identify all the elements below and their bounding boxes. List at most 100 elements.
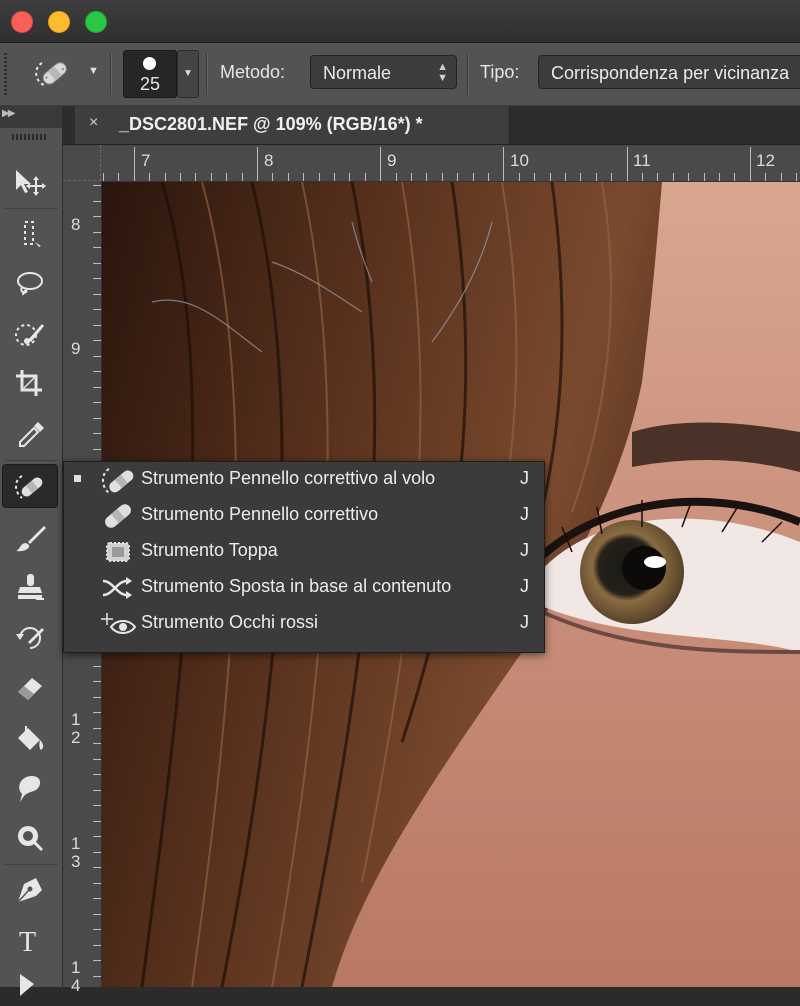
ruler-tick xyxy=(93,681,101,682)
path-selection-tool-icon xyxy=(20,974,34,996)
dodge-tool-button[interactable] xyxy=(2,816,58,860)
ruler-label: 8 xyxy=(264,151,274,170)
brush-size-picker[interactable]: 25 xyxy=(123,50,177,98)
spot-healing-brush-tool-button[interactable] xyxy=(2,464,58,508)
crop-tool-button[interactable] xyxy=(2,362,58,406)
flyout-item-patch-tool[interactable]: Strumento Toppa J xyxy=(64,534,544,570)
ruler-tick xyxy=(488,173,489,181)
brush-tool-button[interactable] xyxy=(2,516,58,560)
marquee-tool-icon xyxy=(24,221,41,247)
options-separator xyxy=(206,53,208,95)
ruler-tick xyxy=(257,147,258,181)
flyout-item-shortcut: J xyxy=(520,612,529,632)
ruler-tick xyxy=(93,727,101,729)
document-tab[interactable]: × _DSC2801.NEF @ 109% (RGB/16*) * xyxy=(75,106,510,144)
ruler-tick xyxy=(164,173,166,181)
flyout-item-spot-healing-brush[interactable]: Strumento Pennello correttivo al volo J xyxy=(64,462,544,498)
red-eye-tool-icon xyxy=(101,613,137,634)
ruler-tick xyxy=(703,173,705,181)
tools-panel-header: ▶▶ xyxy=(0,106,62,128)
ruler-tick xyxy=(118,173,120,181)
marquee-tool-button[interactable] xyxy=(2,212,58,256)
horizontal-ruler[interactable]: 7 8 9 10 11 12 xyxy=(63,145,800,182)
clone-stamp-tool-button[interactable] xyxy=(2,566,58,610)
spot-healing-brush-icon xyxy=(102,468,134,494)
ruler-tick xyxy=(93,696,101,698)
ruler-tick xyxy=(318,173,320,181)
ruler-tick xyxy=(411,173,412,181)
ruler-tick xyxy=(103,173,104,181)
ruler-tick xyxy=(93,820,101,822)
eraser-tool-button[interactable] xyxy=(2,666,58,710)
ruler-tick xyxy=(210,173,212,181)
type-select[interactable]: Corrispondenza per vicinanza xyxy=(538,55,800,89)
flyout-item-label: Strumento Pennello correttivo xyxy=(141,504,379,524)
ruler-tick xyxy=(241,173,243,181)
ruler-tick xyxy=(93,944,101,946)
close-tab-icon[interactable]: × xyxy=(89,114,98,132)
flyout-item-content-aware-move[interactable]: Strumento Sposta in base al contenuto J xyxy=(64,570,544,606)
ruler-tick xyxy=(642,173,643,181)
zoom-window-button[interactable] xyxy=(85,11,107,33)
minimize-window-button[interactable] xyxy=(48,11,70,33)
eyedropper-tool-button[interactable] xyxy=(2,412,58,456)
ruler-tick xyxy=(334,173,335,181)
ruler-tick xyxy=(472,173,474,181)
document-tab-bar: × _DSC2801.NEF @ 109% (RGB/16*) * xyxy=(63,106,800,145)
ruler-tick xyxy=(93,665,101,667)
ruler-tick xyxy=(149,173,151,181)
flyout-item-label: Strumento Sposta in base al contenuto xyxy=(141,576,452,596)
type-tool-button[interactable]: T xyxy=(2,918,58,962)
tools-panel-grip[interactable] xyxy=(12,134,48,140)
flyout-item-shortcut: J xyxy=(520,540,529,560)
ruler-label: 12 xyxy=(71,710,81,747)
history-brush-tool-button[interactable] xyxy=(2,616,58,660)
spot-healing-brush-tool-icon xyxy=(15,475,43,499)
ruler-tick xyxy=(93,386,101,388)
method-select[interactable]: Normale ▲ ▼ xyxy=(310,55,457,89)
ruler-tick xyxy=(93,882,101,884)
close-window-button[interactable] xyxy=(11,11,33,33)
ruler-tick xyxy=(93,293,101,295)
blur-tool-button[interactable] xyxy=(2,766,58,810)
move-tool-button[interactable] xyxy=(2,160,58,204)
brush-picker-dropdown[interactable]: ▼ xyxy=(177,50,199,98)
ruler-tick xyxy=(611,173,613,181)
pen-tool-button[interactable] xyxy=(2,868,58,912)
ruler-tick xyxy=(93,417,101,419)
options-separator xyxy=(467,53,469,95)
paint-bucket-tool-button[interactable] xyxy=(2,716,58,760)
ruler-tick xyxy=(580,173,582,181)
history-brush-tool-icon xyxy=(16,627,44,649)
ruler-tick xyxy=(93,278,101,279)
flyout-item-label: Strumento Occhi rossi xyxy=(141,612,319,632)
type-select-value: Corrispondenza per vicinanza xyxy=(551,63,790,83)
tool-preset-picker[interactable]: ▼ xyxy=(28,53,100,93)
document-tab-title: _DSC2801.NEF @ 109% (RGB/16*) * xyxy=(119,114,423,134)
quick-selection-tool-button[interactable] xyxy=(2,312,58,356)
expand-panel-icon[interactable]: ▶▶ xyxy=(2,108,15,119)
ruler-tick xyxy=(93,448,101,450)
ruler-tick xyxy=(734,173,736,181)
ruler-tick xyxy=(303,173,305,181)
method-label: Metodo: xyxy=(220,62,286,82)
patch-tool-icon xyxy=(106,542,130,562)
ruler-tick xyxy=(93,851,101,853)
flyout-item-red-eye-tool[interactable]: Strumento Occhi rossi J xyxy=(64,606,544,642)
path-selection-tool-button[interactable] xyxy=(2,962,58,1006)
brush-tip-preview xyxy=(143,57,156,70)
ruler-tick xyxy=(93,309,101,310)
healing-tools-flyout-menu: Strumento Pennello correttivo al volo J … xyxy=(63,461,545,653)
brush-size-value: 25 xyxy=(139,74,161,94)
ruler-tick xyxy=(749,147,751,181)
options-bar-grip[interactable] xyxy=(4,53,7,95)
ruler-tick xyxy=(364,173,366,181)
tools-panel: ▶▶ T xyxy=(0,106,63,996)
chevron-down-icon[interactable]: ▼ xyxy=(88,65,99,77)
ruler-origin[interactable] xyxy=(63,145,101,181)
flyout-item-healing-brush[interactable]: Strumento Pennello correttivo J xyxy=(64,498,544,534)
lasso-tool-button[interactable] xyxy=(2,262,58,306)
ruler-label: 12 xyxy=(756,151,775,170)
eyedropper-tool-icon xyxy=(19,422,44,447)
ruler-tick xyxy=(395,173,397,181)
